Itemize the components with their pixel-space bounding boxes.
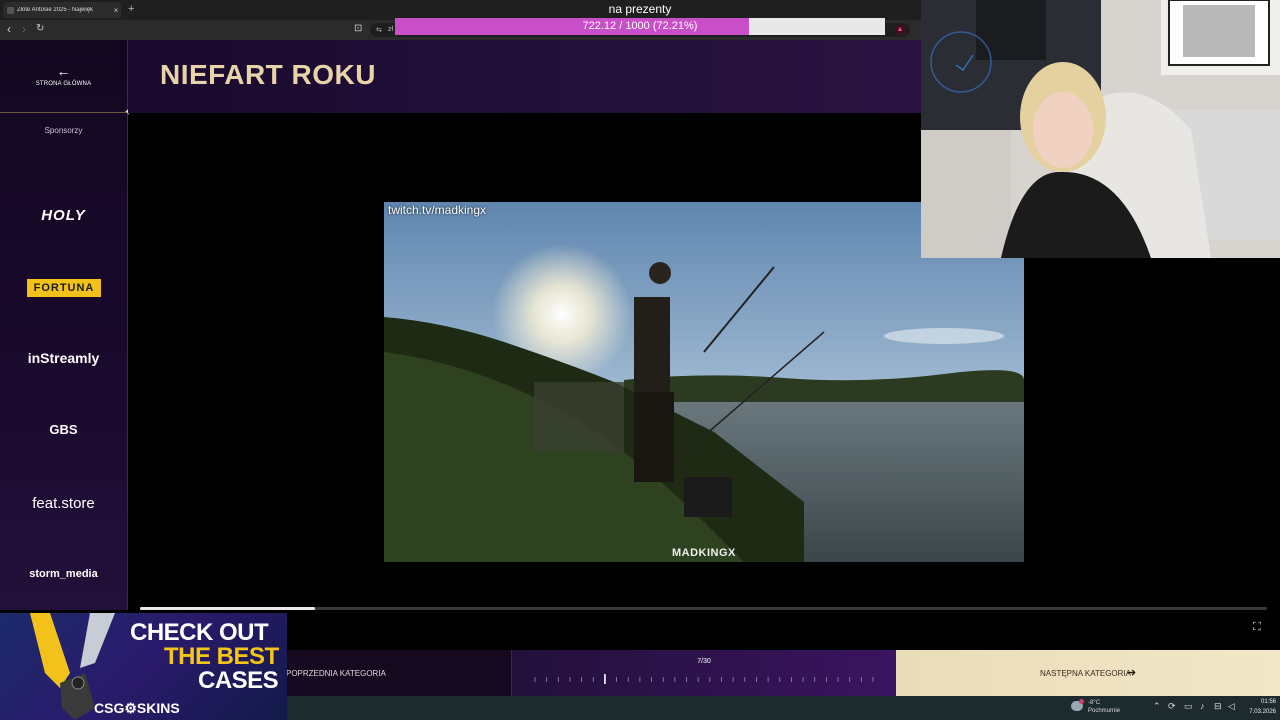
back-icon[interactable]: ‹ [7,22,11,36]
sponsor-logo-instreamly[interactable]: inStreamly [0,350,127,366]
sponsor-ad-banner[interactable]: CHECK OUT THE BEST CASES CSG⚙SKINS [0,613,287,720]
address-url: zł [388,26,394,33]
volume-icon[interactable]: ◁ [1228,701,1235,712]
ad-headline-3: CASES [198,667,279,694]
forward-icon[interactable]: › [22,22,26,36]
video-progress-bar[interactable] [140,607,1267,610]
clock-time[interactable]: 01:56 [1250,699,1276,705]
sponsors-heading: Sponsorzy [44,126,83,135]
category-ticks[interactable] [534,674,874,684]
clock-date[interactable]: 7.03.2026 [1242,709,1276,715]
category-counter-text: 7/30 [697,658,711,665]
network-icon[interactable]: ▭ [1184,701,1193,712]
previous-category-label: POPRZEDNIA KATEGORIA [286,669,386,678]
next-category-button[interactable]: NASTĘPNA KATEGORIA ➜ [896,650,1280,696]
previous-category-button[interactable]: POPRZEDNIA KATEGORIA [282,650,512,696]
arrow-right-icon: ➜ [1127,667,1137,679]
donation-progress-text: 722.12 / 1000 (72.21%) [582,20,698,32]
sponsor-logo-featstore[interactable]: feat.store [0,495,127,512]
webcam-overlay [921,0,1280,258]
browser-tab[interactable]: Złote Antosie 2025 - Najwięk × [3,2,121,18]
sponsor-logo-gbs[interactable]: GBS [0,422,127,437]
category-counter: 7/30 [512,650,896,696]
microphone-icon[interactable]: ♪ [1200,701,1205,711]
webcam-frame [921,0,1280,258]
next-category-label: NASTĘPNA KATEGORIA [1040,669,1131,678]
reload-icon[interactable]: ↻ [36,23,44,34]
arrow-left-icon: ← [56,63,71,79]
video-progress-fill [140,607,315,610]
donation-progress-bar: 722.12 / 1000 (72.21%) [395,18,885,35]
ad-brand-logo: CSG⚙SKINS [94,700,180,716]
os-taskbar [287,696,1280,720]
sponsor-logo-fortuna[interactable]: FORTUNA [27,279,101,297]
video-watermark: twitch.tv/madkingx [388,203,487,217]
donation-goal-label: na prezenty [608,2,672,16]
site-settings-icon[interactable]: ⇆ [376,26,382,34]
chevron-up-icon[interactable]: ⌃ [1153,701,1161,712]
sync-icon[interactable]: ⟳ [1168,701,1176,712]
fullscreen-icon[interactable]: ⛶ [1253,621,1261,634]
new-tab-button[interactable]: + [128,3,134,15]
page-header: NIEFART ROKU [128,40,921,113]
home-label: STRONA GŁÓWNA [35,81,92,87]
tab-close-icon[interactable]: × [111,6,121,15]
tab-favicon-icon [7,6,14,14]
sponsor-logo-holy[interactable]: HOLY [0,207,127,224]
weather-widget[interactable]: -8°C Pochmurnie [1071,697,1131,719]
home-button[interactable]: ← STRONA GŁÓWNA [0,40,127,113]
sponsor-logo-stormmedia[interactable]: storm_media [0,568,127,580]
weather-condition: Pochmurnie [1088,708,1121,714]
weather-temperature: -8°C [1088,700,1101,706]
video-channel-logo: MADKINGX [672,547,736,559]
bookmark-icon[interactable]: ⊡ [354,23,362,34]
tab-title: Złote Antosie 2025 - Najwięk [17,7,94,13]
page-title: NIEFART ROKU [160,59,376,90]
extension-icon[interactable]: ▲ [895,25,905,35]
notification-badge [1079,699,1084,704]
network-status-icon[interactable]: ⊟ [1214,701,1222,712]
